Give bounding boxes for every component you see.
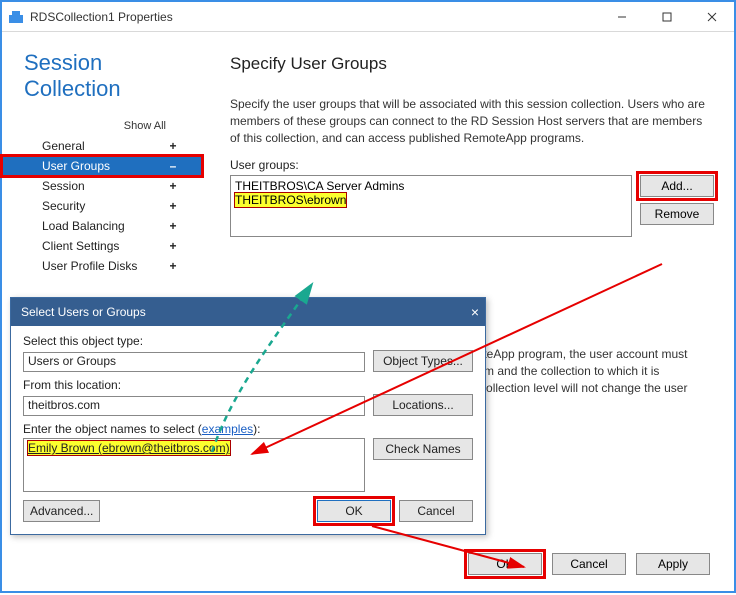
dialog-title: Select Users or Groups: [21, 305, 146, 319]
close-button[interactable]: [689, 2, 734, 31]
sidebar-item-label: User Groups: [42, 159, 110, 173]
ok-button[interactable]: OK: [468, 553, 542, 575]
sidebar-item-client-settings[interactable]: Client Settings +: [2, 236, 202, 256]
resolved-name: Emily Brown (ebrown@theitbros.com): [28, 441, 230, 455]
apply-button[interactable]: Apply: [636, 553, 710, 575]
page-heading: Session Collection: [2, 50, 202, 102]
sidebar-item-load-balancing[interactable]: Load Balancing +: [2, 216, 202, 236]
dialog-titlebar: Select Users or Groups ×: [11, 298, 485, 326]
content-description: Specify the user groups that will be ass…: [230, 96, 714, 146]
object-type-field[interactable]: Users or Groups: [23, 352, 365, 372]
window-title: RDSCollection1 Properties: [30, 10, 173, 24]
window-titlebar: RDSCollection1 Properties: [2, 2, 734, 32]
examples-link[interactable]: examples: [202, 422, 253, 436]
list-item[interactable]: THEITBROS\ebrown: [235, 193, 627, 207]
object-names-field[interactable]: Emily Brown (ebrown@theitbros.com): [23, 438, 365, 492]
sidebar-item-general[interactable]: General +: [2, 136, 202, 156]
sidebar-item-session[interactable]: Session +: [2, 176, 202, 196]
locations-button[interactable]: Locations...: [373, 394, 473, 416]
user-groups-listbox[interactable]: THEITBROS\CA Server Admins THEITBROS\ebr…: [230, 175, 632, 237]
object-names-label: Enter the object names to select (exampl…: [23, 422, 473, 436]
dialog-ok-button[interactable]: OK: [317, 500, 391, 522]
sidebar-item-label: Security: [42, 199, 85, 213]
object-types-button[interactable]: Object Types...: [373, 350, 473, 372]
user-groups-label: User groups:: [230, 158, 714, 172]
object-type-label: Select this object type:: [23, 334, 473, 348]
dialog-cancel-button[interactable]: Cancel: [399, 500, 473, 522]
dialog-button-bar: OK Cancel Apply: [468, 553, 710, 575]
sidebar-item-user-profile-disks[interactable]: User Profile Disks +: [2, 256, 202, 276]
sidebar-item-label: User Profile Disks: [42, 259, 137, 273]
sidebar-item-security[interactable]: Security +: [2, 196, 202, 216]
check-names-button[interactable]: Check Names: [373, 438, 473, 460]
content-title: Specify User Groups: [230, 54, 714, 74]
select-users-dialog: Select Users or Groups × Select this obj…: [10, 297, 486, 535]
remove-button[interactable]: Remove: [640, 203, 714, 225]
maximize-button[interactable]: [644, 2, 689, 31]
sidebar-item-user-groups[interactable]: User Groups –: [2, 156, 202, 176]
plus-icon: +: [166, 179, 180, 193]
dialog-close-icon[interactable]: ×: [471, 304, 479, 320]
minus-icon: –: [166, 159, 180, 173]
from-location-field[interactable]: theitbros.com: [23, 396, 365, 416]
from-location-label: From this location:: [23, 378, 473, 392]
sidebar-item-label: Client Settings: [42, 239, 119, 253]
advanced-button[interactable]: Advanced...: [23, 500, 100, 522]
app-icon: [8, 9, 24, 25]
list-item[interactable]: THEITBROS\CA Server Admins: [235, 179, 627, 193]
sidebar-item-label: Session: [42, 179, 85, 193]
plus-icon: +: [166, 219, 180, 233]
add-button[interactable]: Add...: [640, 175, 714, 197]
plus-icon: +: [166, 139, 180, 153]
minimize-button[interactable]: [599, 2, 644, 31]
highlighted-entry: THEITBROS\ebrown: [235, 193, 346, 207]
show-all-link[interactable]: Show All: [2, 120, 202, 132]
plus-icon: +: [166, 199, 180, 213]
cancel-button[interactable]: Cancel: [552, 553, 626, 575]
plus-icon: +: [166, 259, 180, 273]
sidebar-item-label: General: [42, 139, 85, 153]
plus-icon: +: [166, 239, 180, 253]
sidebar-item-label: Load Balancing: [42, 219, 125, 233]
